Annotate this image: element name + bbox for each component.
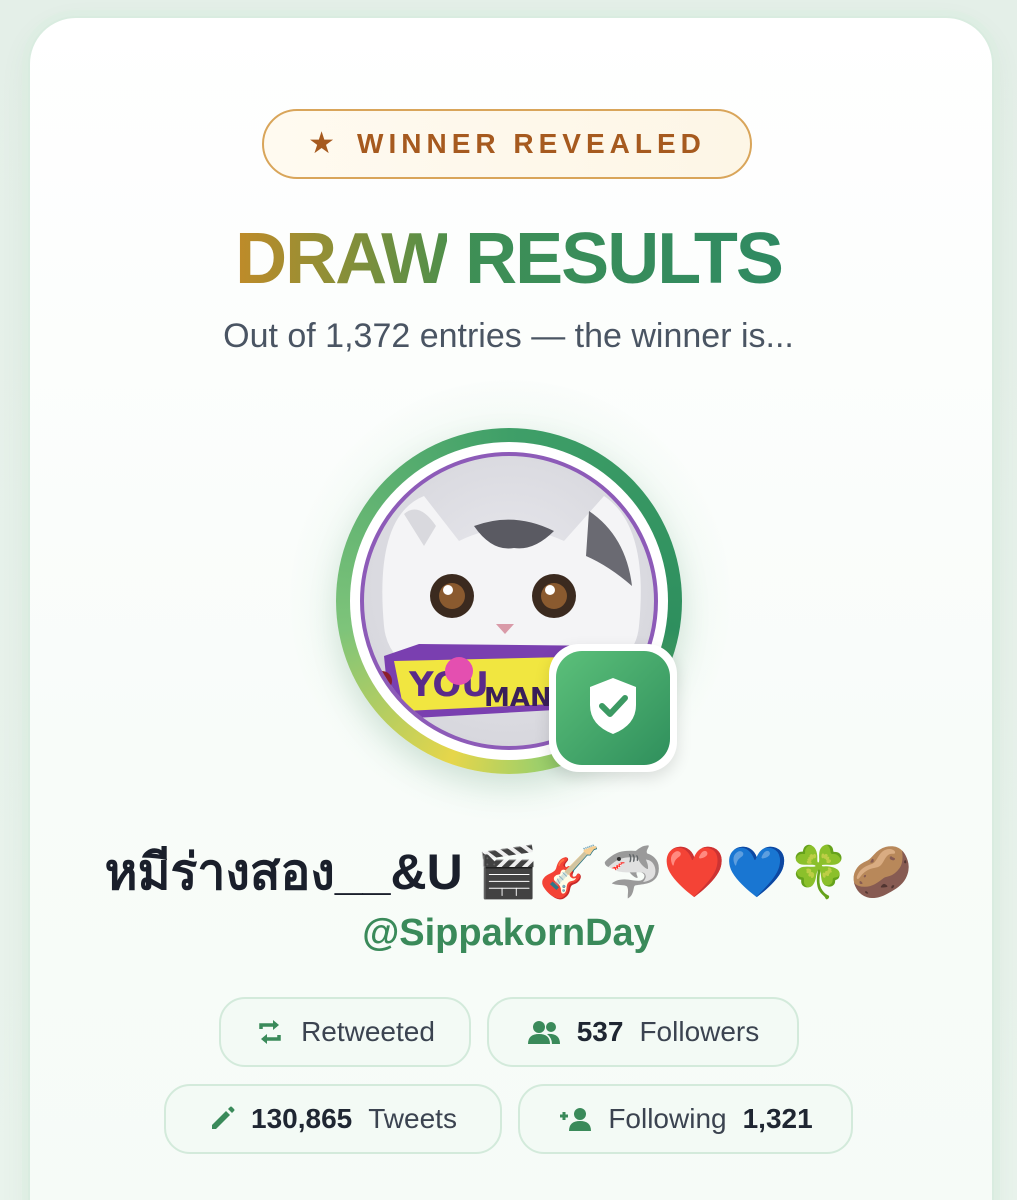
tweets-count: 130,865 bbox=[251, 1103, 353, 1134]
retweet-icon bbox=[255, 1019, 285, 1045]
following-count: 1,321 bbox=[742, 1103, 813, 1134]
winner-revealed-badge: ★ WINNER REVEALED bbox=[262, 109, 752, 179]
tweets-label: Tweets bbox=[368, 1103, 457, 1134]
winner-handle[interactable]: @SippakornDay bbox=[0, 908, 1017, 958]
pencil-icon bbox=[209, 1106, 235, 1132]
stat-retweeted: Retweeted bbox=[219, 997, 471, 1067]
entries-subtitle: Out of 1,372 entries — the winner is... bbox=[223, 317, 794, 355]
title-word-draw: DRAW bbox=[235, 219, 449, 299]
person-add-icon bbox=[558, 1107, 592, 1131]
followers-label: Followers bbox=[639, 1016, 760, 1047]
verified-badge bbox=[549, 644, 677, 772]
followers-count: 537 bbox=[576, 1016, 624, 1047]
star-icon: ★ bbox=[308, 127, 336, 160]
page-title: DRAW RESULTS bbox=[0, 218, 1017, 300]
shield-check-icon bbox=[585, 675, 641, 742]
badge-label: WINNER REVEALED bbox=[357, 128, 706, 159]
stat-tweets: 130,865 Tweets bbox=[164, 1084, 502, 1154]
title-word-results: RESULTS bbox=[465, 219, 784, 299]
winner-display-name: หมีร่างสอง__&U 🎬🎸🦈❤️💙🍀🥔 bbox=[104, 844, 913, 900]
people-icon bbox=[527, 1020, 561, 1044]
stat-followers: 537 Followers bbox=[487, 997, 799, 1067]
stat-following: Following 1,321 bbox=[518, 1084, 853, 1154]
following-label: Following bbox=[608, 1103, 727, 1134]
retweeted-label: Retweeted bbox=[301, 1016, 435, 1047]
